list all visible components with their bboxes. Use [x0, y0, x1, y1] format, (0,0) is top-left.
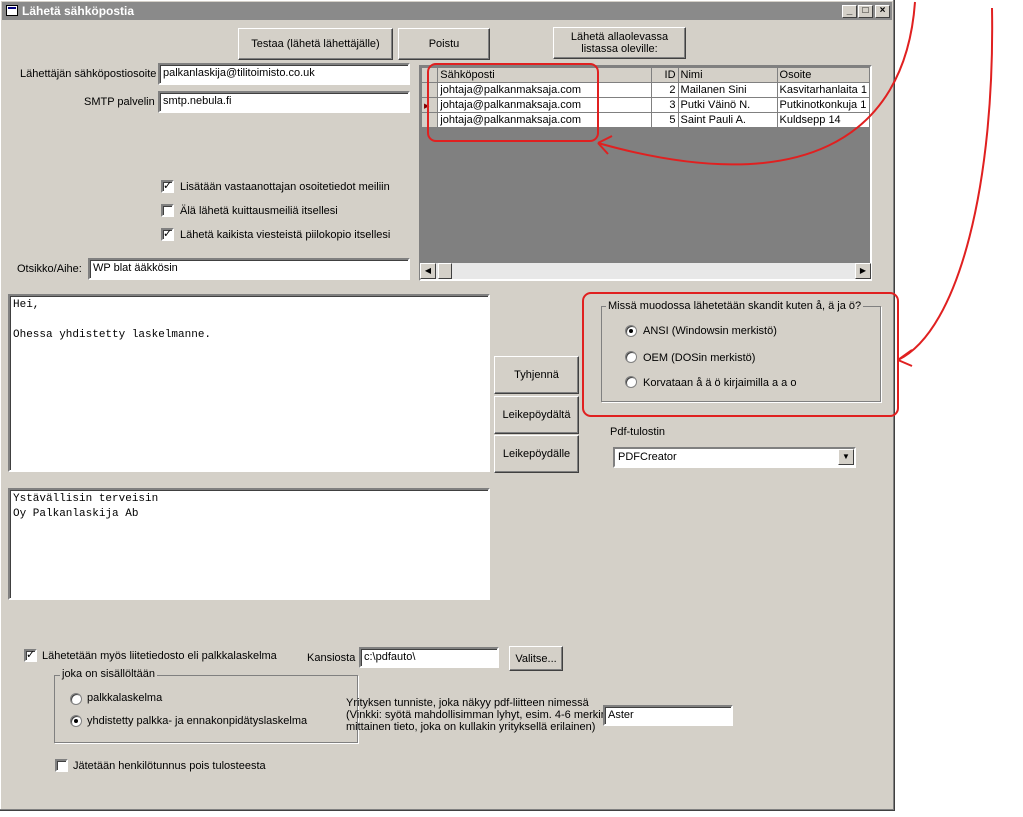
payslip-radio[interactable]: [70, 693, 82, 705]
email-dialog-window: Lähetä sähköpostia _ □ × Testaa (lähetä …: [0, 0, 895, 811]
column-header-name[interactable]: Nimi: [677, 67, 778, 83]
row-selector[interactable]: [420, 82, 439, 98]
scroll-right-icon[interactable]: ▶: [855, 263, 871, 279]
bcc-self-checkbox[interactable]: ✓: [161, 228, 174, 241]
message-body-textarea[interactable]: Hei, Ohessa yhdistetty laskelmanne.: [8, 294, 490, 472]
cell-name[interactable]: Mailanen Sini: [677, 82, 778, 98]
pdf-printer-label: Pdf-tulostin: [610, 426, 666, 438]
clear-button[interactable]: Tyhjennä: [494, 356, 579, 394]
scroll-left-icon[interactable]: ◀: [420, 263, 436, 279]
combined-statement-label: yhdistetty palkka- ja ennakonpidätyslask…: [87, 715, 308, 727]
browse-button[interactable]: Valitse...: [509, 646, 563, 671]
subject-field[interactable]: WP blat ääkkösin: [88, 258, 410, 280]
omit-ssn-checkbox[interactable]: [55, 759, 68, 772]
send-to-list-label-1: Lähetä allaolevassa: [570, 31, 669, 43]
grid-corner: [420, 67, 439, 83]
dropdown-arrow-icon[interactable]: ▼: [838, 449, 854, 465]
company-id-help-3: mittainen tieto, joka on kullakin yrityk…: [346, 721, 596, 733]
contents-groupbox: [54, 675, 358, 743]
recipients-grid[interactable]: Sähköposti ID Nimi Osoite johtaja@palkan…: [419, 65, 872, 281]
table-row[interactable]: johtaja@palkanmaksaja.com 2 Mailanen Sin…: [420, 82, 871, 98]
cell-email[interactable]: johtaja@palkanmaksaja.com: [437, 97, 652, 113]
charset-ansi-label: ANSI (Windowsin merkistö): [643, 325, 777, 337]
pdf-printer-select[interactable]: PDFCreator ▼: [613, 447, 856, 468]
send-to-list-button[interactable]: Lähetä allaolevassa listassa oleville:: [553, 27, 686, 59]
table-row[interactable]: ▶ johtaja@palkanmaksaja.com 3 Putki Väin…: [420, 97, 871, 113]
payslip-label: palkkalaskelma: [87, 692, 163, 704]
cell-email[interactable]: johtaja@palkanmaksaja.com: [437, 82, 652, 98]
close-button[interactable]: ×: [875, 5, 890, 18]
charset-ansi-radio[interactable]: [625, 325, 637, 337]
cell-id[interactable]: 2: [650, 82, 679, 98]
scroll-thumb[interactable]: [438, 263, 452, 279]
annotation-arrow-charset: [897, 7, 994, 361]
send-attachment-label: Lähetetään myös liitetiedosto eli palkka…: [42, 650, 277, 662]
add-address-info-checkbox[interactable]: ✓: [161, 180, 174, 193]
charset-oem-label: OEM (DOSin merkistö): [643, 352, 756, 364]
company-id-field[interactable]: Aster: [603, 705, 733, 726]
company-id-help-2: (Vinkki: syötä mahdollisimman lyhyt, esi…: [346, 709, 607, 721]
contents-group-label: joka on sisällöltään: [60, 668, 157, 680]
table-row[interactable]: johtaja@palkanmaksaja.com 5 Saint Pauli …: [420, 112, 871, 128]
title-bar[interactable]: Lähetä sähköpostia _ □ ×: [2, 2, 892, 20]
cell-id[interactable]: 3: [650, 97, 679, 113]
charset-replace-label: Korvataan å ä ö kirjaimilla a a o: [643, 377, 797, 389]
grid-horizontal-scrollbar[interactable]: ◀ ▶: [420, 263, 871, 279]
minimize-button[interactable]: _: [842, 5, 857, 18]
window-icon: [6, 5, 18, 16]
company-id-help-1: Yrityksen tunniste, joka näkyy pdf-liitt…: [346, 697, 589, 709]
send-attachment-checkbox[interactable]: ✓: [24, 649, 37, 662]
copy-to-clipboard-button[interactable]: Leikepöydälle: [494, 435, 579, 473]
cell-email[interactable]: johtaja@palkanmaksaja.com: [437, 112, 652, 128]
cell-address[interactable]: Kuldsepp 14: [776, 112, 871, 128]
annotation-arrowhead-charset: [897, 349, 913, 367]
no-receipt-checkbox[interactable]: [161, 204, 174, 217]
no-receipt-label: Älä lähetä kuittausmeiliä itsellesi: [180, 205, 338, 217]
window-title: Lähetä sähköpostia: [22, 4, 135, 18]
column-header-id[interactable]: ID: [650, 67, 679, 83]
cell-name[interactable]: Saint Pauli A.: [677, 112, 778, 128]
charset-replace-radio[interactable]: [625, 376, 637, 388]
cell-address[interactable]: Kasvitarhanlaita 1: [776, 82, 871, 98]
cell-id[interactable]: 5: [650, 112, 679, 128]
pdf-printer-value: PDFCreator: [618, 451, 677, 463]
column-header-email[interactable]: Sähköposti: [437, 67, 652, 83]
sender-email-label: Lähettäjän sähköpostiosoite: [20, 68, 157, 80]
row-selector[interactable]: [420, 112, 439, 128]
cell-address[interactable]: Putkinotkonkuja 1: [776, 97, 871, 113]
test-send-button[interactable]: Testaa (lähetä lähettäjälle): [238, 28, 393, 60]
charset-group-label: Missä muodossa lähetetään skandit kuten …: [606, 300, 864, 312]
folder-label: Kansiosta: [307, 652, 356, 664]
omit-ssn-label: Jätetään henkilötunnus pois tulosteesta: [73, 760, 266, 772]
add-address-info-label: Lisätään vastaanottajan osoitetiedot mei…: [180, 181, 390, 193]
cell-name[interactable]: Putki Väinö N.: [677, 97, 778, 113]
combined-statement-radio[interactable]: [70, 715, 82, 727]
smtp-label: SMTP palvelin: [84, 96, 155, 108]
signature-textarea[interactable]: Ystävällisin terveisin Oy Palkanlaskija …: [8, 488, 490, 600]
paste-from-clipboard-button[interactable]: Leikepöydältä: [494, 396, 579, 434]
sender-email-field[interactable]: palkanlaskija@tilitoimisto.co.uk: [158, 63, 410, 85]
folder-field[interactable]: c:\pdfauto\: [359, 647, 499, 668]
bcc-self-label: Lähetä kaikista viesteistä piilokopio it…: [180, 229, 391, 241]
row-selector[interactable]: ▶: [420, 97, 439, 113]
maximize-button[interactable]: □: [858, 5, 873, 18]
charset-oem-radio[interactable]: [625, 351, 637, 363]
subject-label: Otsikko/Aihe:: [17, 263, 82, 275]
exit-button[interactable]: Poistu: [398, 28, 490, 60]
smtp-field[interactable]: smtp.nebula.fi: [158, 91, 410, 113]
column-header-address[interactable]: Osoite: [776, 67, 871, 83]
row-indicator-icon: ▶: [424, 103, 430, 110]
send-to-list-label-2: listassa oleville:: [581, 43, 658, 55]
